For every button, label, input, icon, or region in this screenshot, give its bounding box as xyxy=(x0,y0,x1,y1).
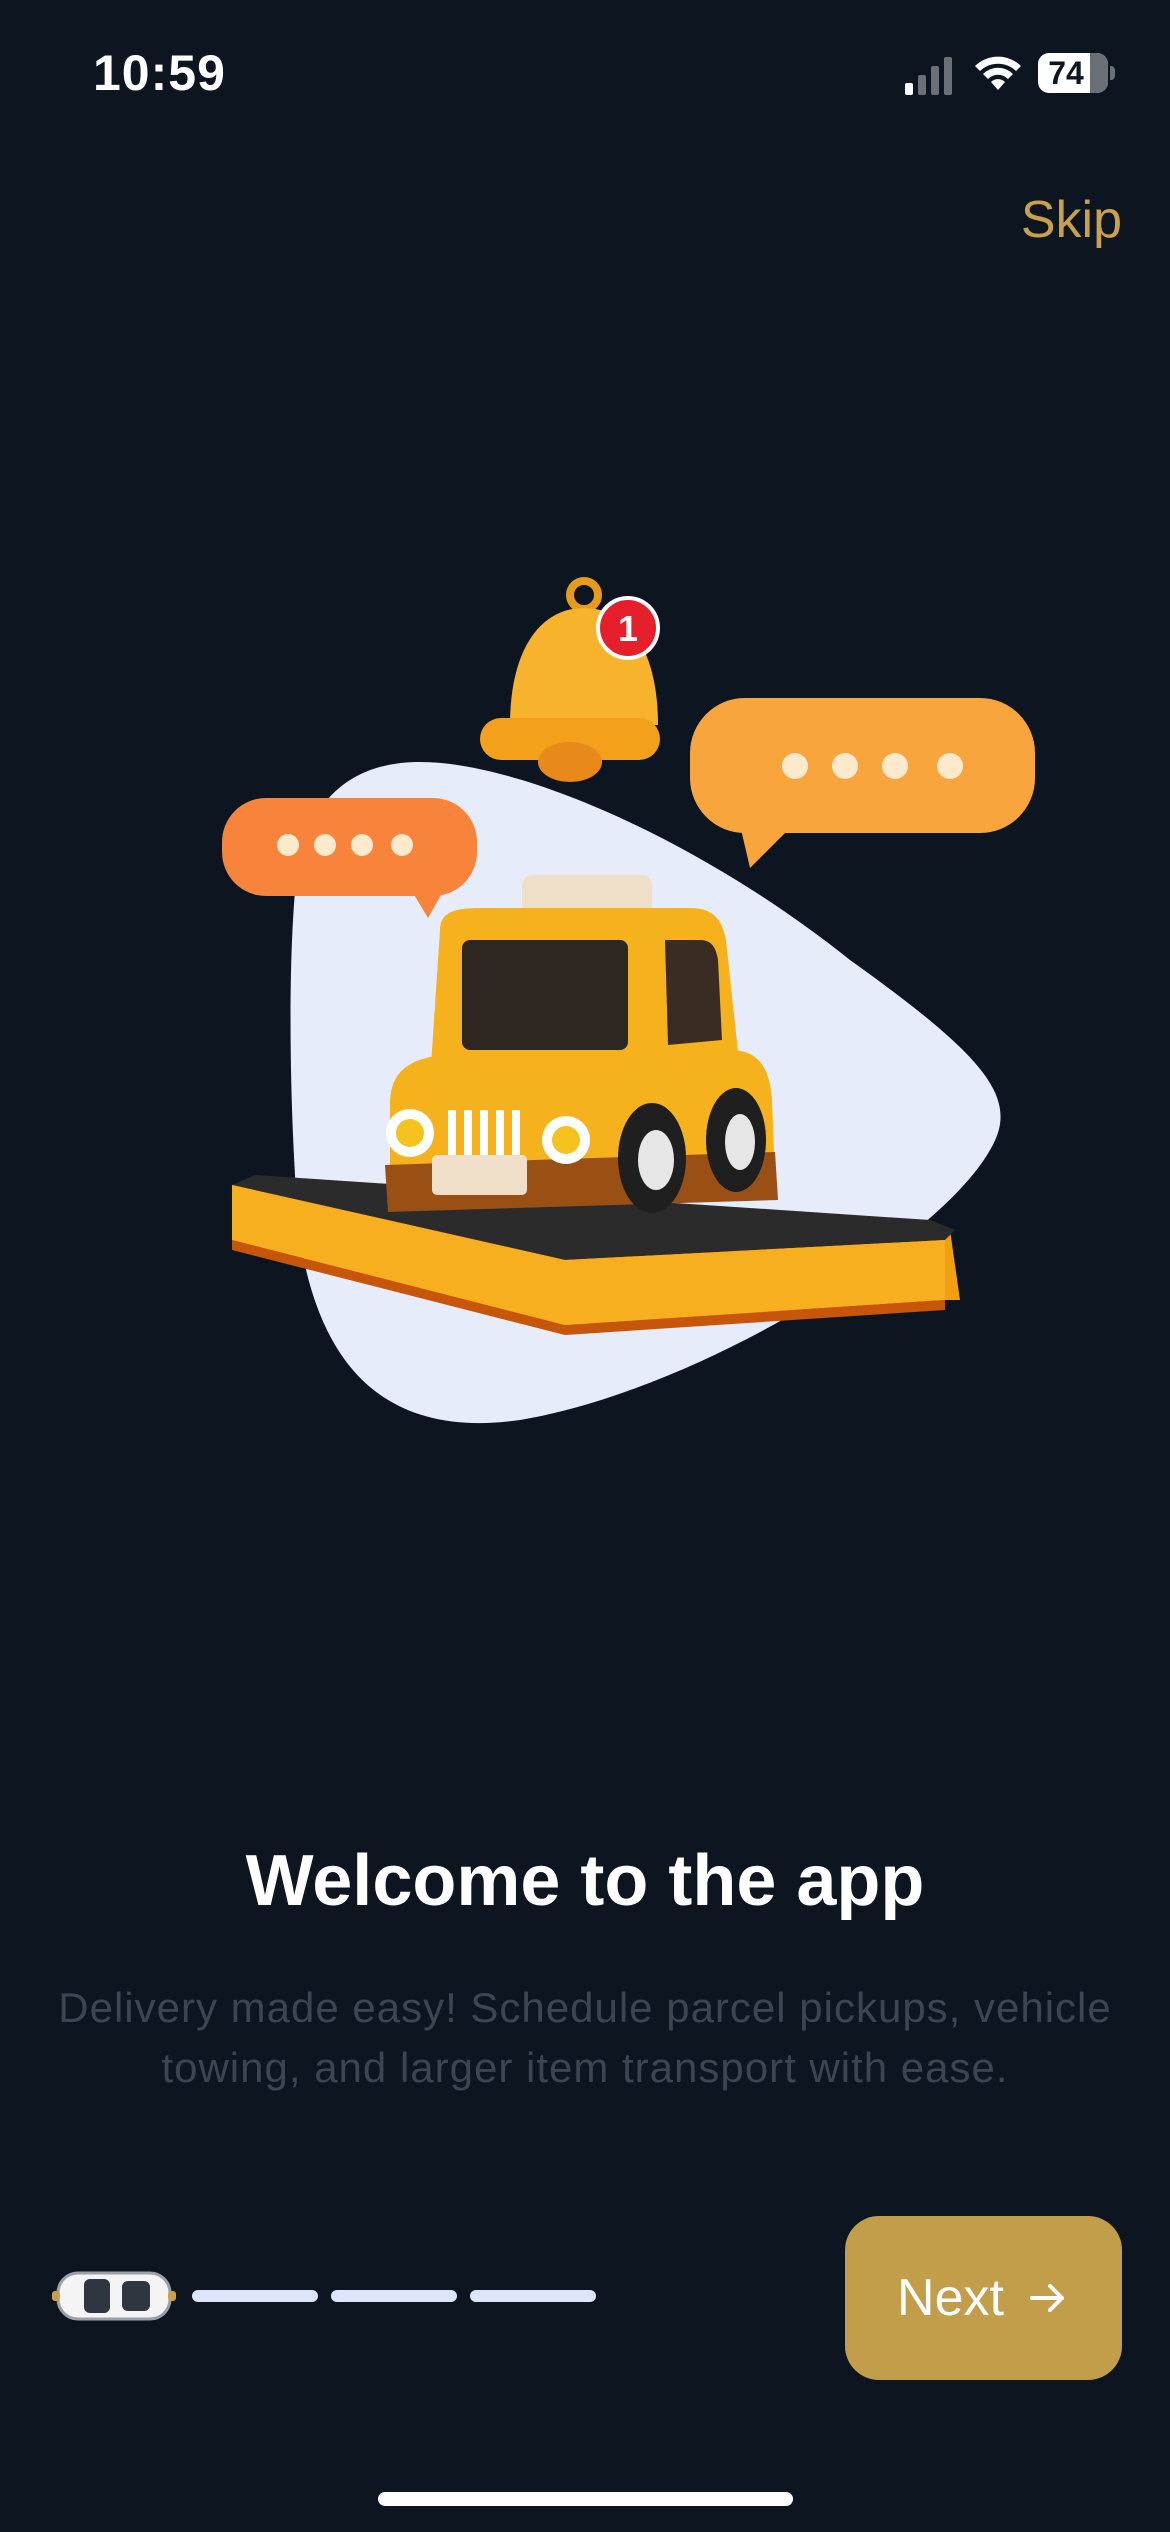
progress-dash xyxy=(192,2290,318,2302)
chat-bubble-icon xyxy=(690,698,1035,868)
page-description: Delivery made easy! Schedule parcel pick… xyxy=(58,1984,1112,2091)
battery-icon: 74 xyxy=(1038,53,1115,93)
home-indicator xyxy=(378,2492,793,2506)
notification-badge: 1 xyxy=(618,608,638,649)
progress-dash xyxy=(470,2290,596,2302)
skip-button[interactable]: Skip xyxy=(1021,190,1122,250)
signal-icon xyxy=(905,57,952,95)
status-time: 10:59 xyxy=(93,45,226,101)
arrow-right-icon xyxy=(1029,2284,1064,2312)
car-icon xyxy=(52,2271,176,2321)
welcome-illustration: 1 xyxy=(222,577,1035,1424)
next-button[interactable]: Next xyxy=(845,2216,1122,2380)
next-button-label: Next xyxy=(897,2269,1004,2327)
status-bar: 10:59 74 xyxy=(0,0,1170,150)
taxi-car-icon xyxy=(385,875,778,1213)
battery-level: 74 xyxy=(1048,55,1084,91)
bell-icon: 1 xyxy=(480,577,660,782)
page-progress-indicator xyxy=(50,2255,610,2335)
page-title: Welcome to the app xyxy=(245,1841,925,1921)
wifi-icon xyxy=(975,56,1021,90)
progress-dash xyxy=(331,2290,457,2302)
